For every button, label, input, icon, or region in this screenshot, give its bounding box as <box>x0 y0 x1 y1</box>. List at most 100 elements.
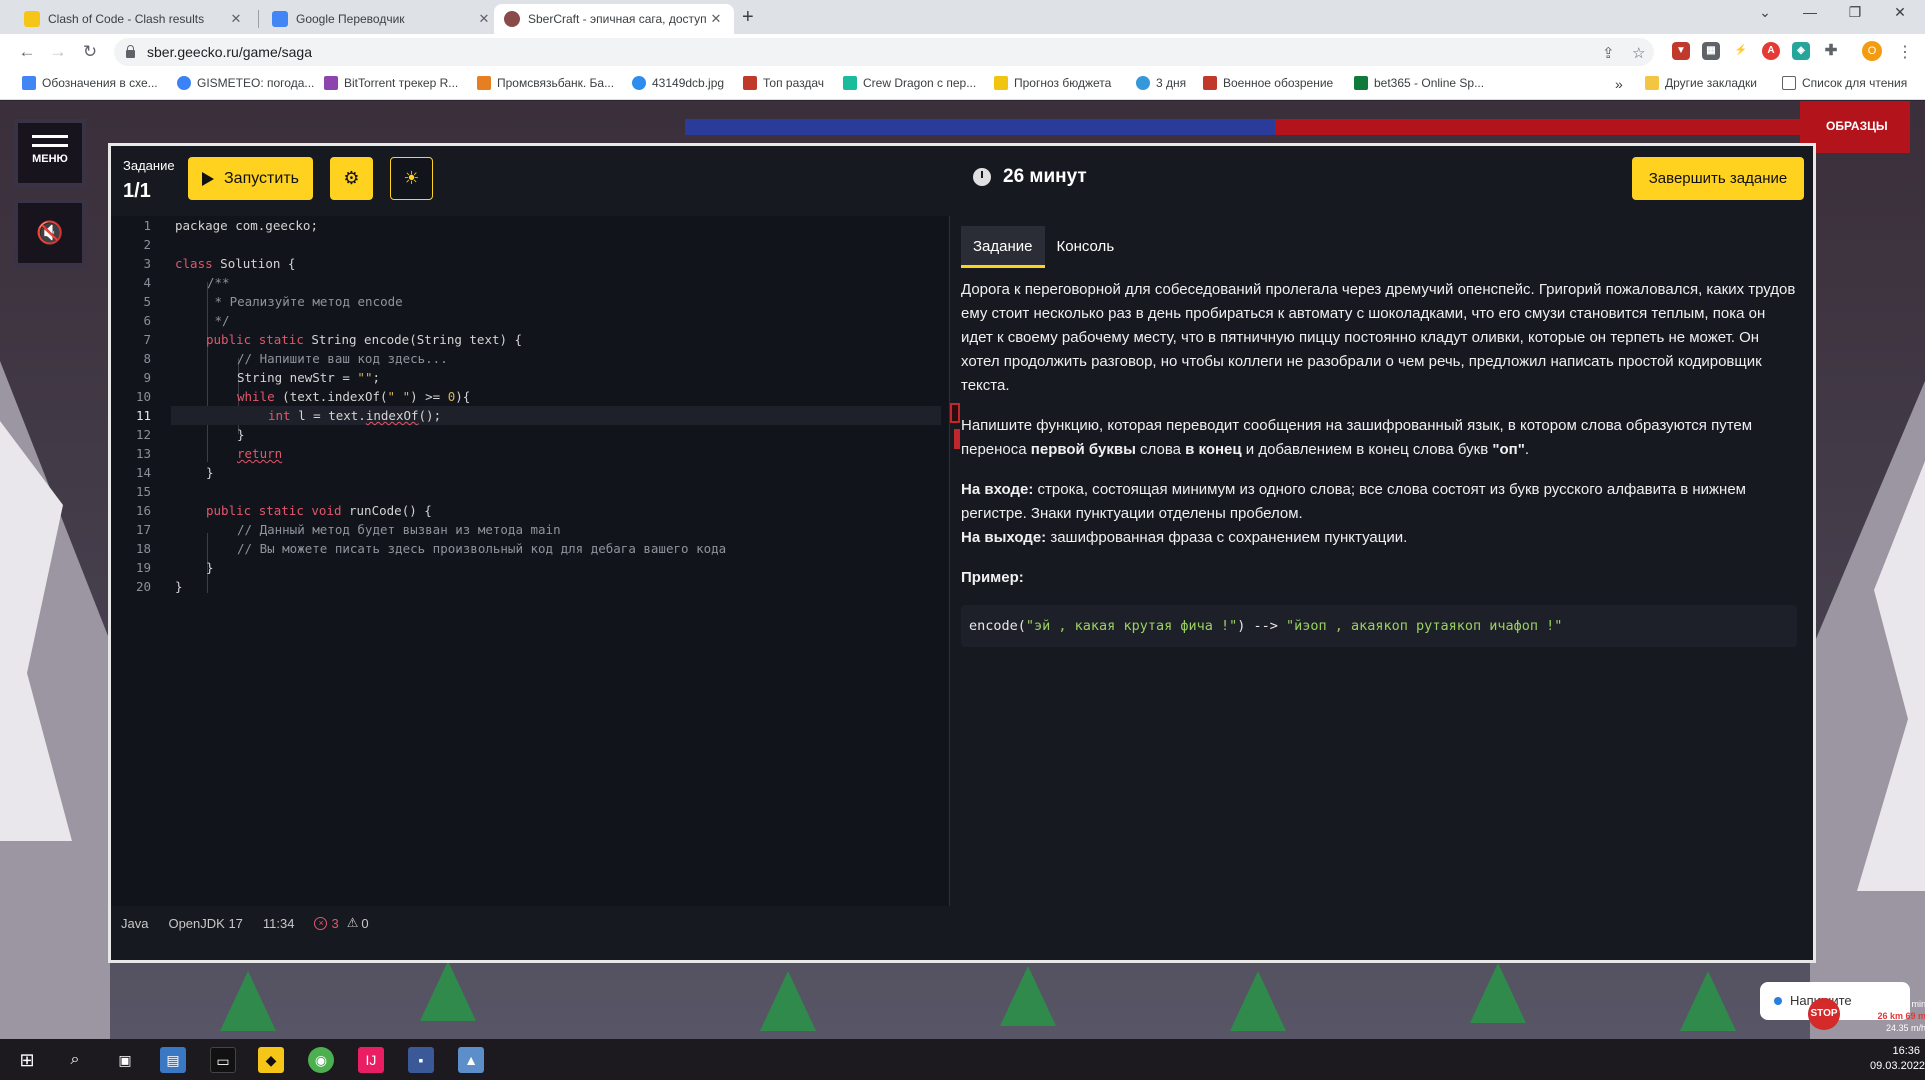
address-bar[interactable]: sber.geecko.ru/game/saga ⇪ ☆ <box>114 38 1654 66</box>
chrome-icon[interactable]: ◉ <box>308 1047 334 1073</box>
batman-app-icon[interactable]: ◆ <box>258 1047 284 1073</box>
task-view-icon[interactable]: ▣ <box>112 1047 138 1073</box>
game-menu-button[interactable]: МЕНЮ <box>14 119 86 187</box>
save-disk-icon[interactable]: ▪ <box>408 1047 434 1073</box>
tab-search-chevron-icon[interactable]: ⌄ <box>1745 4 1785 21</box>
back-arrow-icon[interactable]: ← <box>16 42 38 62</box>
banner-red: ОБРАЗЦЫ <box>1800 101 1910 153</box>
code-text: runCode() { <box>341 503 432 518</box>
star-icon <box>1203 76 1217 90</box>
minimize-icon[interactable]: — <box>1790 4 1830 20</box>
more-menu-icon[interactable]: ⋮ <box>1897 42 1913 62</box>
example-code-block: encode("эй , какая крутая фича !") --> "… <box>961 605 1797 647</box>
extension-a-icon[interactable]: A <box>1762 42 1780 60</box>
extension-shield-green-icon[interactable]: ◈ <box>1792 42 1810 60</box>
bookmark-star-icon[interactable]: ☆ <box>1632 44 1645 62</box>
scroll-error-marker[interactable] <box>954 429 960 449</box>
bookmark-item[interactable]: 43149dcb.jpg <box>632 76 724 90</box>
flag-blue-strip <box>685 119 1275 135</box>
browser-tab[interactable]: Google Переводчик ✕ <box>262 4 502 34</box>
share-icon[interactable]: ⇪ <box>1602 44 1615 62</box>
bookmark-item[interactable]: Военное обозрение <box>1203 76 1333 90</box>
code-line: package com.geecko; <box>175 216 318 235</box>
bookmark-item[interactable]: Прогноз бюджета <box>994 76 1111 90</box>
bookmark-item[interactable]: BitTorrent трекер R... <box>324 76 458 90</box>
torrent-icon <box>324 76 338 90</box>
text-bold: первой буквы <box>1030 441 1136 458</box>
warning-icon: ⚠ <box>346 915 359 930</box>
window-close-icon[interactable]: ✕ <box>1880 4 1920 21</box>
code-line: // Напишите ваш код здесь... <box>237 351 448 366</box>
image-viewer-icon[interactable]: ▲ <box>458 1047 484 1073</box>
editor-divider[interactable] <box>949 216 950 906</box>
bookmark-item[interactable]: GISMETEO: погода... <box>177 76 314 90</box>
code-error-token: indexOf <box>365 408 419 423</box>
line-number: 9 <box>143 370 151 385</box>
error-count: 3 <box>331 915 339 931</box>
restore-icon[interactable]: ❐ <box>1835 4 1875 21</box>
scroll-error-marker[interactable] <box>950 403 960 423</box>
bookmark-item[interactable]: bet365 - Online Sp... <box>1354 76 1484 90</box>
run-label: Запустить <box>224 169 299 187</box>
browser-tabstrip: Clash of Code - Clash results ✕ Google П… <box>0 0 1925 34</box>
bookmarks-overflow-button[interactable]: » <box>1615 76 1623 92</box>
code-line: String newStr = ""; <box>237 368 380 387</box>
code-keyword: while <box>237 389 275 404</box>
tree <box>760 971 816 1031</box>
timer: 26 минут <box>973 166 1087 188</box>
clock-date: 09.03.2022 <box>1870 1060 1925 1072</box>
close-icon[interactable]: ✕ <box>228 11 244 27</box>
close-icon[interactable]: ✕ <box>708 11 724 27</box>
other-bookmarks-folder[interactable]: Другие закладки <box>1645 76 1757 90</box>
bookmark-item[interactable]: 3 дня <box>1136 76 1186 90</box>
stop-badge[interactable]: STOP <box>1808 998 1840 1030</box>
system-clock[interactable]: 16:36 09.03.2022 <box>1870 1044 1925 1074</box>
description-paragraph: Дорога к переговорной для собеседований … <box>961 281 1796 394</box>
speaker-muted-icon: 🔇 <box>36 220 64 245</box>
bookmark-item[interactable]: Crew Dragon с пер... <box>843 76 976 90</box>
intellij-icon[interactable]: IJ <box>358 1047 384 1073</box>
forward-arrow-icon[interactable]: → <box>47 42 69 62</box>
file-manager-icon[interactable]: ▤ <box>160 1047 186 1073</box>
code-line: while (text.indexOf(" ") >= 0){ <box>237 387 470 406</box>
profile-avatar[interactable]: O <box>1862 41 1882 61</box>
io-spec: На входе: строка, состоящая минимум из о… <box>961 478 1801 550</box>
tab-console[interactable]: Консоль <box>1045 226 1127 268</box>
task-panel: Задание Консоль Дорога к переговорной дл… <box>961 216 1811 936</box>
extension-window-icon[interactable]: ▦ <box>1702 42 1720 60</box>
new-tab-plus-icon[interactable]: + <box>742 6 754 29</box>
bookmark-item[interactable]: Топ раздач <box>743 76 824 90</box>
reading-list-button[interactable]: Список для чтения <box>1782 76 1907 90</box>
tab-task[interactable]: Задание <box>961 226 1045 268</box>
code-text: ) >= <box>410 389 448 404</box>
search-icon[interactable]: ⌕ <box>62 1047 88 1073</box>
runtime-label: OpenJDK 17 <box>168 915 243 931</box>
reload-icon[interactable]: ↻ <box>79 42 101 62</box>
bookmark-label: Прогноз бюджета <box>1014 76 1112 90</box>
theme-toggle-button[interactable]: ☀ <box>390 157 433 200</box>
windows-start-icon[interactable]: ⊞ <box>14 1047 40 1073</box>
code-line: return <box>237 444 282 463</box>
browser-tab-active[interactable]: SberCraft - эпичная сага, доступ ✕ <box>494 4 734 34</box>
google-translate-favicon-icon <box>272 11 288 27</box>
code-editor[interactable]: 1 2 3 4 5 6 7 8 9 10 11 12 13 14 15 16 1… <box>111 216 949 906</box>
extension-bolt-icon[interactable]: ⚡ <box>1732 42 1750 60</box>
run-button[interactable]: Запустить <box>188 157 313 200</box>
mute-sound-button[interactable]: 🔇 <box>14 199 86 267</box>
settings-button[interactable]: ⚙ <box>330 157 373 200</box>
extension-shield-icon[interactable]: ▼ <box>1672 42 1690 60</box>
task-description: Дорога к переговорной для собеседований … <box>961 278 1801 606</box>
input-text: строка, состоящая минимум из одного слов… <box>961 481 1746 522</box>
code-text: (text.indexOf( <box>274 389 388 404</box>
close-icon[interactable]: ✕ <box>476 11 492 27</box>
browser-tab[interactable]: Clash of Code - Clash results ✕ <box>14 4 254 34</box>
code-line-current: int l = text.indexOf(); <box>171 406 941 425</box>
extensions-puzzle-icon[interactable]: ✚ <box>1822 42 1840 60</box>
menu-label: МЕНЮ <box>32 153 68 165</box>
panel-tabs: Задание Консоль <box>961 226 1126 268</box>
bookmark-item[interactable]: Промсвязьбанк. Ба... <box>477 76 614 90</box>
problems-indicator[interactable]: × 3 ⚠ 0 <box>314 915 369 931</box>
bookmark-item[interactable]: Обозначения в схе... <box>22 76 158 90</box>
terminal-icon[interactable]: ▭ <box>210 1047 236 1073</box>
finish-task-button[interactable]: Завершить задание <box>1632 157 1804 200</box>
